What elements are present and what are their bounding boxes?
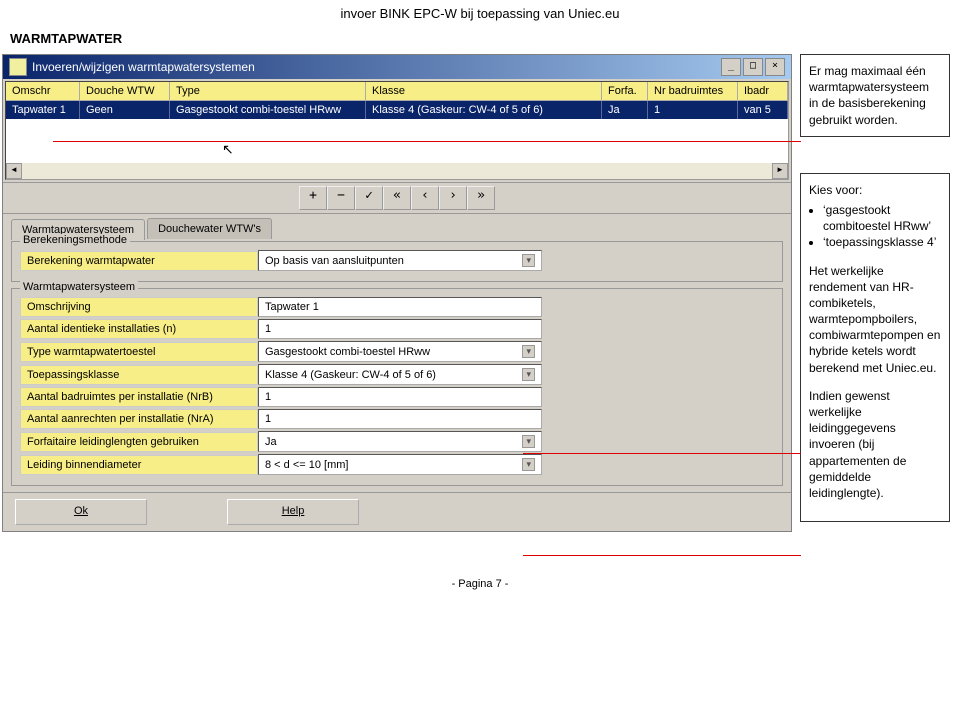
page-header: invoer BINK EPC-W bij toepassing van Uni… [0,0,960,27]
ok-button[interactable]: Ok [15,499,147,525]
label-toepassingsklasse: Toepassingsklasse [20,365,258,385]
tab-douchewater-wtw[interactable]: Douchewater WTW's [147,218,272,239]
cell-ibadr: van 5 [738,101,788,119]
select-leiding-diameter[interactable]: 8 < d <= 10 [mm] [258,454,542,475]
minimize-button[interactable]: _ [721,58,741,76]
h-scrollbar[interactable]: ◄ ► [6,163,788,179]
input-omschrijving[interactable]: Tapwater 1 [258,297,542,317]
col-nr-badruimtes: Nr badruimtes [648,82,738,101]
col-douche-wtw: Douche WTW [80,82,170,101]
next-button[interactable]: › [439,186,467,210]
cell-nr-badruimtes: 1 [648,101,738,119]
col-type: Type [170,82,366,101]
select-forfaitaire[interactable]: Ja [258,431,542,452]
cursor-icon: ↖ [222,141,234,158]
input-aantal-identieke[interactable]: 1 [258,319,542,339]
cell-omschr: Tapwater 1 [6,101,80,119]
toolbar: + − ✓ « ‹ › » [3,182,791,214]
prev-button[interactable]: ‹ [411,186,439,210]
note-1-text: Er mag maximaal één warmtapwatersysteem … [809,64,929,127]
col-klasse: Klasse [366,82,602,101]
first-button[interactable]: « [383,186,411,210]
confirm-button[interactable]: ✓ [355,186,383,210]
cell-type: Gasgestookt combi-toestel HRww [170,101,366,119]
group-warmtapwatersysteem: Warmtapwatersysteem Omschrijving Tapwate… [11,288,783,486]
note-2-bullet-2: ‘toepassingsklasse 4’ [823,234,941,250]
cell-douche-wtw: Geen [80,101,170,119]
last-button[interactable]: » [467,186,495,210]
maximize-button[interactable]: □ [743,58,763,76]
group-legend-1: Berekeningsmethode [20,234,130,246]
select-berekening-warmtapwater[interactable]: Op basis van aansluitpunten [258,250,542,271]
note-2-p3: Indien gewenst werkelijke leidinggegeven… [809,388,941,501]
remove-button[interactable]: − [327,186,355,210]
label-berekening-warmtapwater: Berekening warmtapwater [20,251,258,271]
help-button[interactable]: Help [227,499,359,525]
cell-klasse: Klasse 4 (Gaskeur: CW-4 of 5 of 6) [366,101,602,119]
cell-forfa: Ja [602,101,648,119]
group-legend-2: Warmtapwatersysteem [20,281,138,293]
input-aantal-aanrechten[interactable]: 1 [258,409,542,429]
label-aantal-badruimtes: Aantal badruimtes per installatie (NrB) [20,387,258,407]
note-2-intro: Kies voor: [809,183,862,197]
section-title: WARMTAPWATER [0,27,960,54]
col-forfa: Forfa. [602,82,648,101]
add-button[interactable]: + [299,186,327,210]
app-window: Invoeren/wijzigen warmtapwatersystemen _… [2,54,792,532]
scroll-left-icon[interactable]: ◄ [6,163,22,179]
note-box-1: Er mag maximaal één warmtapwatersysteem … [800,54,950,137]
select-toepassingsklasse[interactable]: Klasse 4 (Gaskeur: CW-4 of 5 of 6) [258,364,542,385]
label-omschrijving: Omschrijving [20,297,258,317]
label-aantal-aanrechten: Aantal aanrechten per installatie (NrA) [20,409,258,429]
col-omschr: Omschr [6,82,80,101]
close-button[interactable]: × [765,58,785,76]
app-icon [9,58,27,76]
select-type-toestel[interactable]: Gasgestookt combi-toestel HRww [258,341,542,362]
table-row[interactable]: Tapwater 1 Geen Gasgestookt combi-toeste… [6,101,788,119]
scroll-right-icon[interactable]: ► [772,163,788,179]
label-type-toestel: Type warmtapwatertoestel [20,342,258,362]
note-2-p2: Het werkelijke rendement van HR-combiket… [809,263,941,376]
note-2-bullet-1: ‘gasgestookt combitoestel HRww’ [823,202,941,234]
label-forfaitaire: Forfaitaire leidinglengten gebruiken [20,432,258,452]
data-grid[interactable]: Omschr Douche WTW Type Klasse Forfa. Nr … [5,81,789,180]
titlebar: Invoeren/wijzigen warmtapwatersystemen _… [3,55,791,79]
col-ibadr: Ibadr [738,82,788,101]
label-leiding-diameter: Leiding binnendiameter [20,455,258,475]
label-aantal-identieke: Aantal identieke installaties (n) [20,319,258,339]
group-berekeningsmethode: Berekeningsmethode Berekening warmtapwat… [11,241,783,282]
input-aantal-badruimtes[interactable]: 1 [258,387,542,407]
window-title: Invoeren/wijzigen warmtapwatersystemen [32,60,255,74]
page-footer: - Pagina 7 - [0,558,960,596]
note-box-2: Kies voor: ‘gasgestookt combitoestel HRw… [800,173,950,522]
